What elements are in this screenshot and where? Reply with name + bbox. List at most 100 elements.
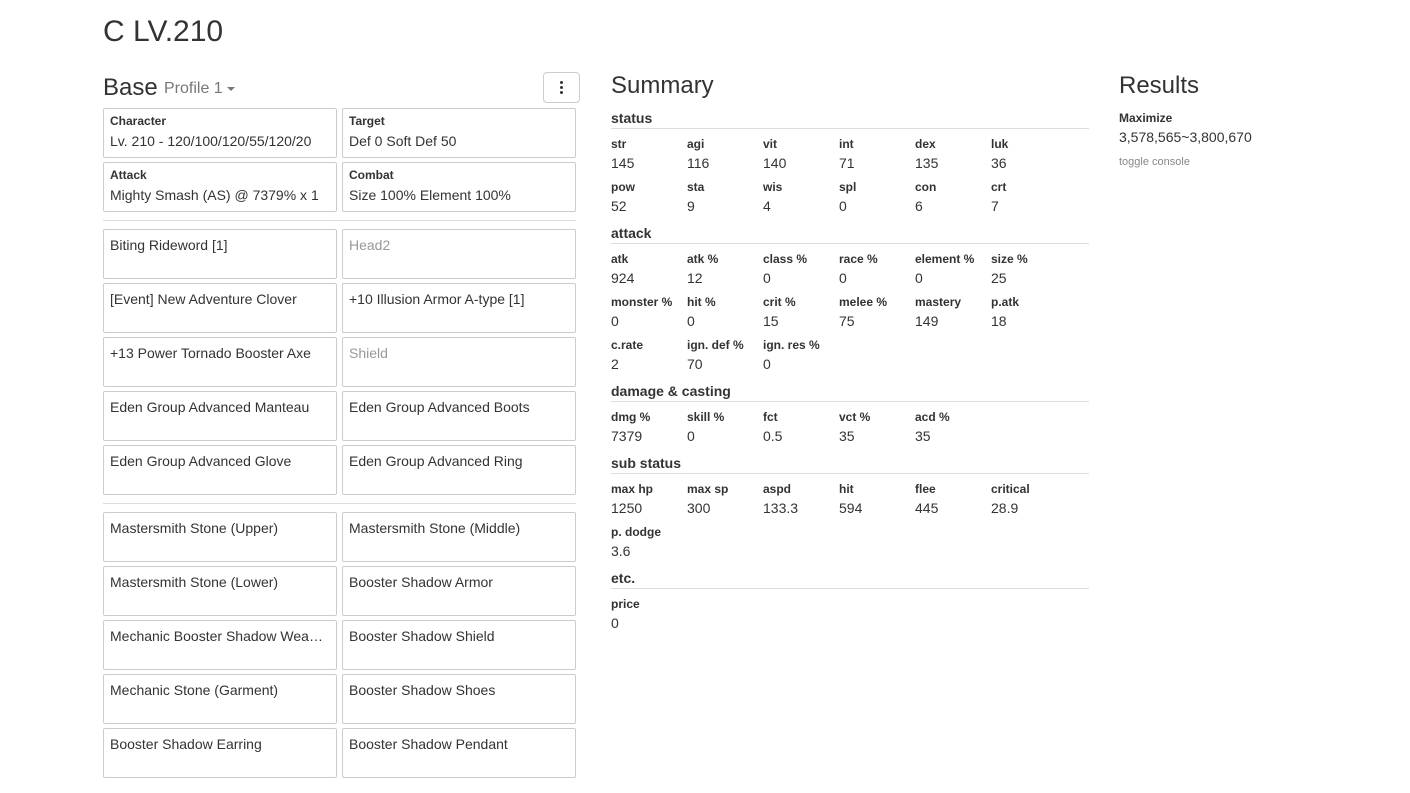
equipment-slot[interactable]: Booster Shadow Shield [342,620,576,670]
stat: sta 9 [687,180,763,215]
stat-value: 0 [687,428,695,444]
equipment-name: Mastersmith Stone (Lower) [110,574,279,590]
equipment-slot[interactable]: +13 Power Tornado Booster Axe [103,337,337,387]
stat: crt 7 [991,180,1067,215]
stat: vit 140 [763,137,839,172]
stat: dmg % 7379 [611,410,687,445]
stat: p. dodge 3.6 [611,525,687,560]
stat: ign. def % 70 [687,338,763,373]
attack-card[interactable]: Attack Mighty Smash (AS) @ 7379% x 1 [103,162,337,212]
stat-name: critical [991,482,1030,496]
equipment-name: +10 Illusion Armor A-type [1] [349,291,525,307]
stat: vct % 35 [839,410,915,445]
summary-section: etc. price 0 [611,570,1089,632]
stat-value: 140 [763,155,787,171]
stat-value: 0 [839,270,847,286]
card-label: Attack [110,168,147,182]
stat: flee 445 [915,482,991,517]
stat: atk % 12 [687,252,763,287]
stat-value: 28.9 [991,500,1019,516]
stat: p.atk 18 [991,295,1067,330]
card-label: Target [349,114,385,128]
stat: crit % 15 [763,295,839,330]
equipment-slot[interactable]: Head2 [342,229,576,279]
stats-grid: max hp 1250 max sp 300 aspd 133.3 hit 594 flee 44… [611,482,1089,560]
equipment-slot[interactable]: [Event] New Adventure Clover [103,283,337,333]
stat-name: str [611,137,627,151]
base-header: Base Profile 1 [103,70,580,108]
stat-value: 52 [611,198,627,214]
stat-name: skill % [687,410,725,424]
equipment-grid: Biting Rideword [1] Head2 [Event] New Adve… [103,229,576,495]
stat-name: ign. res % [763,338,820,352]
stat: mastery 149 [915,295,991,330]
equipment-slot[interactable]: Shield [342,337,576,387]
equipment-slot[interactable]: Eden Group Advanced Boots [342,391,576,441]
stat-name: luk [991,137,1009,151]
stat: critical 28.9 [991,482,1067,517]
stat-value: 15 [763,313,779,329]
stat-value: 35 [915,428,931,444]
equipment-slot[interactable]: Biting Rideword [1] [103,229,337,279]
setup-grid: Character Lv. 210 - 120/100/120/55/120/2… [103,108,576,212]
equipment-slot[interactable]: Mechanic Booster Shadow Weapon [103,620,337,670]
equipment-slot[interactable]: +10 Illusion Armor A-type [1] [342,283,576,333]
stat-name: p. dodge [611,525,661,539]
stat-value: 71 [839,155,855,171]
vertical-dots-icon-dot [560,86,563,89]
combat-card[interactable]: Combat Size 100% Element 100% [342,162,576,212]
stat: atk 924 [611,252,687,287]
stat: skill % 0 [687,410,763,445]
summary-section: status str 145 agi 116 vit 140 int 71 dex 135 luk 36… [611,110,1089,215]
stat-value: 924 [611,270,635,286]
target-card[interactable]: Target Def 0 Soft Def 50 [342,108,576,158]
stat: str 145 [611,137,687,172]
stat-name: wis [763,180,783,194]
card-label: Combat [349,168,394,182]
equipment-slot[interactable]: Eden Group Advanced Ring [342,445,576,495]
equipment-name: +13 Power Tornado Booster Axe [110,345,311,361]
stat-name: crt [991,180,1007,194]
stat-name: max sp [687,482,729,496]
profile-label: Profile 1 [164,80,223,97]
stat-value: 36 [991,155,1007,171]
equipment-name: Eden Group Advanced Glove [110,453,292,469]
equipment-name: [Event] New Adventure Clover [110,291,297,307]
equipment-slot[interactable]: Eden Group Advanced Glove [103,445,337,495]
equipment-name: Mechanic Stone (Garment) [110,682,279,698]
stat-value: 300 [687,500,711,516]
stat: pow 52 [611,180,687,215]
stat-name: p.atk [991,295,1020,309]
stat-value: 6 [915,198,923,214]
stat-value: 594 [839,500,863,516]
equipment-slot[interactable]: Eden Group Advanced Manteau [103,391,337,441]
stat-name: int [839,137,854,151]
stat-name: hit % [687,295,716,309]
equipment-slot[interactable]: Booster Shadow Earring [103,728,337,778]
profile-dropdown[interactable]: Profile 1 [164,80,235,98]
stat-name: pow [611,180,635,194]
stat-name: spl [839,180,857,194]
equipment-slot[interactable]: Mastersmith Stone (Lower) [103,566,337,616]
equipment-slot[interactable]: Booster Shadow Armor [342,566,576,616]
more-options-button[interactable] [543,72,580,103]
stat-value: 116 [687,155,710,171]
stat-value: 3.6 [611,543,631,559]
card-value: Def 0 Soft Def 50 [349,133,457,149]
stat-value: 0 [763,356,771,372]
equipment-name: Mechanic Booster Shadow Weapon [110,628,330,644]
equipment-slot[interactable]: Booster Shadow Shoes [342,674,576,724]
stat-name: acd % [915,410,950,424]
stat-value: 2 [611,356,619,372]
toggle-console-link[interactable]: toggle console [1119,156,1369,168]
equipment-slot[interactable]: Mastersmith Stone (Middle) [342,512,576,562]
stats-grid: atk 924 atk % 12 class % 0 race % 0 element % 0 si… [611,252,1089,373]
equipment-slot[interactable]: Mastersmith Stone (Upper) [103,512,337,562]
equipment-slot[interactable]: Mechanic Stone (Garment) [103,674,337,724]
character-card[interactable]: Character Lv. 210 - 120/100/120/55/120/2… [103,108,337,158]
stat: fct 0.5 [763,410,839,445]
equipment-slot[interactable]: Booster Shadow Pendant [342,728,576,778]
stat-name: crit % [763,295,796,309]
maximize-value: 3,578,565~3,800,670 [1119,129,1252,145]
stat-value: 133.3 [763,500,799,516]
